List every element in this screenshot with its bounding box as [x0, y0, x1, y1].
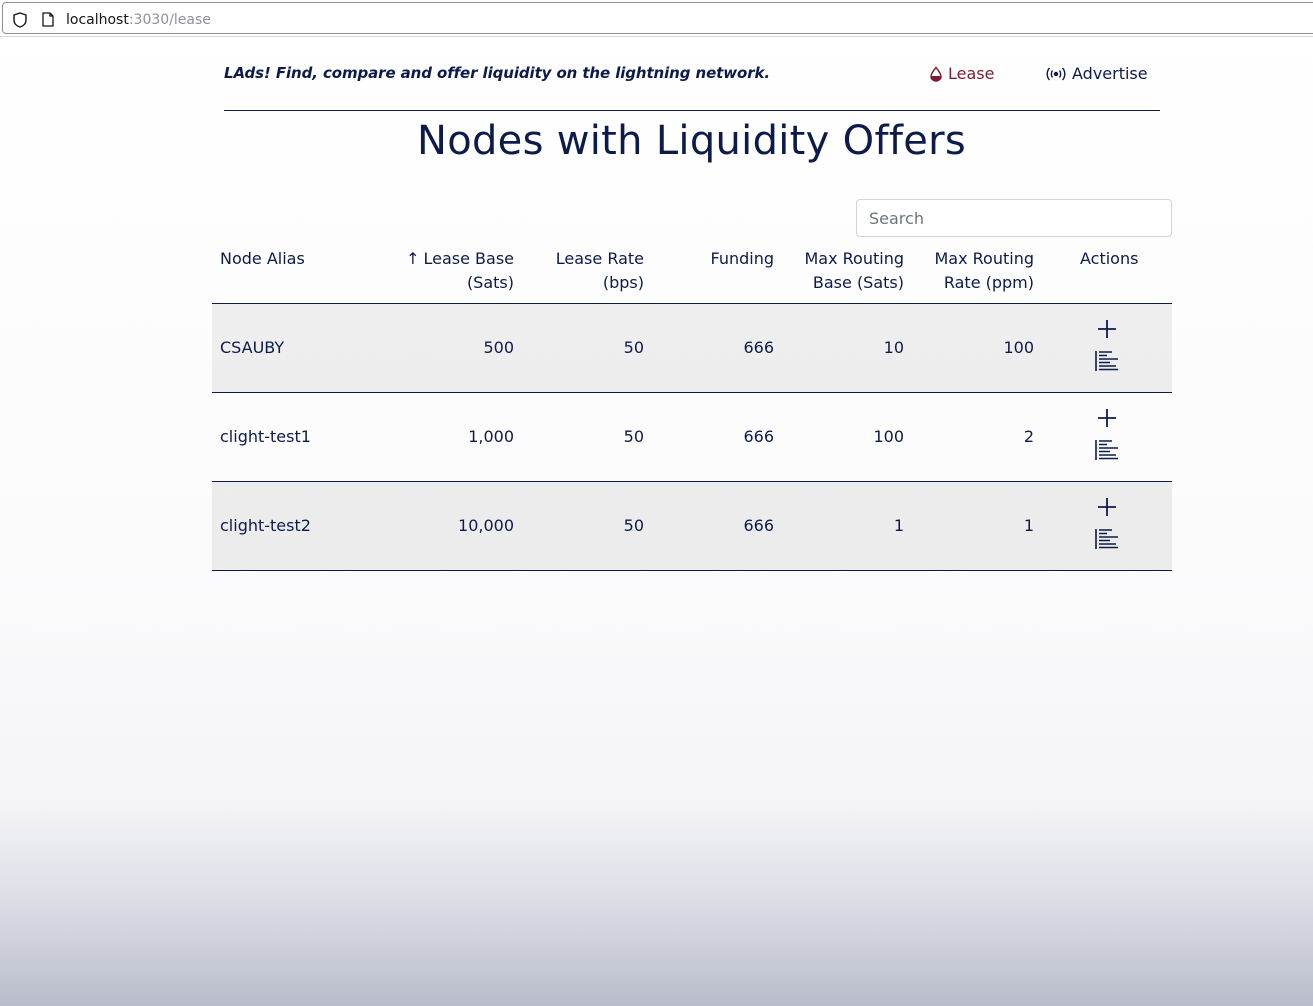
cell-funding: 666 [743, 427, 774, 446]
column-header-funding-label: Funding [710, 249, 774, 268]
column-header-max-routing-rate-label-2: Rate (ppm) [943, 273, 1034, 292]
site-tagline: LAds! Find, compare and offer liquidity … [224, 64, 770, 82]
cell-max-routing-base: 1 [893, 516, 904, 535]
shield-icon[interactable] [13, 12, 27, 28]
row-actions [1082, 304, 1132, 392]
table-row: clight-test1 1,000 50 666 100 2 [212, 393, 1172, 482]
cell-funding: 666 [743, 338, 774, 357]
plus-icon[interactable] [1094, 494, 1120, 520]
cell-lease-base: 500 [483, 338, 514, 357]
page-icon [42, 12, 54, 27]
cell-node-alias: clight-test1 [220, 427, 311, 446]
list-details-icon[interactable] [1094, 348, 1120, 374]
column-header-lease-rate-label-1: Lease Rate [555, 249, 644, 268]
column-header-lease-rate[interactable]: Lease Rate (bps) [532, 247, 644, 295]
cell-node-alias: clight-test2 [220, 516, 311, 535]
column-header-actions-label: Actions [1080, 249, 1139, 268]
cell-max-routing-base: 10 [883, 338, 904, 357]
cell-max-routing-rate: 2 [1023, 427, 1034, 446]
browser-toolbar: localhost:3030/lease [0, 0, 1313, 37]
table-row: clight-test2 10,000 50 666 1 1 [212, 482, 1172, 571]
cell-lease-rate: 50 [623, 427, 644, 446]
column-header-max-routing-rate-label-1: Max Routing [934, 249, 1034, 268]
nav-advertise-label: Advertise [1072, 64, 1148, 83]
column-header-lease-base[interactable]: ↑ Lease Base (Sats) [382, 247, 514, 295]
droplet-icon [930, 65, 942, 82]
cell-funding: 666 [743, 516, 774, 535]
list-details-icon[interactable] [1094, 437, 1120, 463]
column-header-node-alias[interactable]: Node Alias [220, 247, 305, 271]
cell-max-routing-rate: 1 [1023, 516, 1034, 535]
column-header-lease-rate-label-2: (bps) [602, 273, 644, 292]
header-divider [224, 110, 1160, 111]
nav-lease-link[interactable]: Lease [929, 64, 994, 83]
cell-lease-rate: 50 [623, 338, 644, 357]
sort-ascending-icon: ↑ [406, 249, 420, 268]
plus-icon[interactable] [1094, 316, 1120, 342]
page-title: Nodes with Liquidity Offers [417, 118, 966, 164]
row-actions [1082, 482, 1132, 570]
nav-lease-label: Lease [948, 64, 995, 83]
offers-table: Node Alias ↑ Lease Base (Sats) Lease Rate… [212, 238, 1172, 571]
column-header-max-routing-base[interactable]: Max Routing Base (Sats) [792, 247, 904, 295]
table-row: CSAUBY 500 50 666 10 100 [212, 304, 1172, 393]
column-header-lease-base-label-2: (Sats) [466, 273, 514, 292]
url-host: localhost [66, 12, 129, 28]
cell-max-routing-base: 100 [873, 427, 904, 446]
column-header-funding[interactable]: Funding [662, 247, 774, 271]
url-text[interactable]: localhost:3030/lease [66, 11, 211, 29]
cell-lease-rate: 50 [623, 516, 644, 535]
list-details-icon[interactable] [1094, 526, 1120, 552]
address-bar[interactable]: localhost:3030/lease [2, 2, 1313, 34]
url-path: :3030/lease [128, 12, 211, 28]
column-header-node-alias-label: Node Alias [220, 249, 305, 268]
cell-lease-base: 10,000 [458, 516, 514, 535]
column-header-max-routing-rate[interactable]: Max Routing Rate (ppm) [922, 247, 1034, 295]
cell-max-routing-rate: 100 [1003, 338, 1034, 357]
search-input[interactable] [856, 199, 1172, 237]
plus-icon[interactable] [1094, 405, 1120, 431]
broadcast-icon [1046, 67, 1066, 80]
column-header-actions: Actions [1080, 247, 1138, 271]
cell-lease-base: 1,000 [468, 427, 514, 446]
cell-node-alias: CSAUBY [220, 338, 285, 357]
nav-advertise-link[interactable]: Advertise [1045, 64, 1148, 83]
table-header-row: Node Alias ↑ Lease Base (Sats) Lease Rate… [212, 238, 1172, 304]
column-header-max-routing-base-label-1: Max Routing [804, 249, 904, 268]
column-header-lease-base-label-1: Lease Base [423, 249, 514, 268]
column-header-max-routing-base-label-2: Base (Sats) [812, 273, 904, 292]
row-actions [1082, 393, 1132, 481]
